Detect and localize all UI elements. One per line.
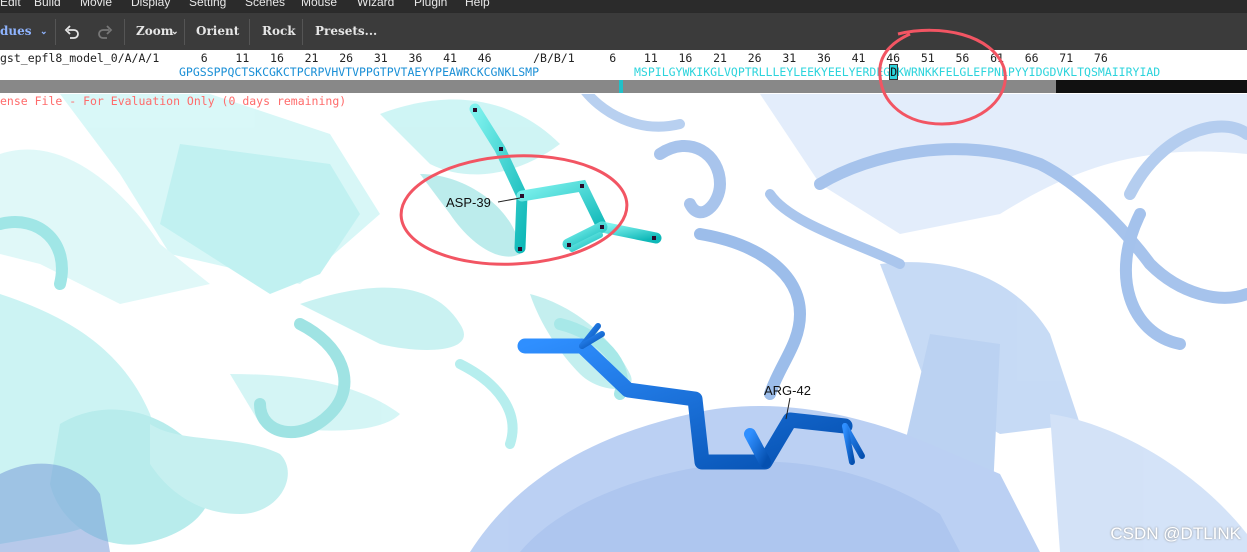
toolbar-divider (124, 19, 125, 45)
menu-plugin[interactable]: Plugin (414, 0, 447, 9)
redo-icon[interactable] (97, 24, 113, 40)
undo-icon[interactable] (64, 24, 80, 40)
toolbar: dues ⌄ Zoom ⌄ Orient Rock Presets... (0, 12, 1247, 51)
arg-42-label: ARG-42 (764, 383, 811, 398)
toolbar-divider (302, 19, 303, 45)
chevron-down-icon[interactable]: ⌄ (40, 27, 48, 37)
toolbar-divider (55, 19, 56, 45)
toolbar-divider (184, 19, 185, 45)
presets-button[interactable]: Presets... (315, 24, 377, 38)
license-notice: ense File - For Evaluation Only (0 days … (0, 94, 347, 108)
menu-help[interactable]: Help (465, 0, 490, 9)
menu-bar: Edit Build Movie Display Setting Scenes … (0, 0, 1247, 12)
annotation-circle-sequence (878, 28, 1007, 126)
chevron-down-icon[interactable]: ⌄ (171, 27, 179, 37)
sequence-chain-a[interactable]: GPGSSPPQCTSKCGKCTPCRPVHVTVPPGTPVTAEYYPEA… (179, 65, 539, 79)
menu-build[interactable]: Build (34, 0, 61, 9)
sequence-viewer[interactable]: gst_epfl8_model_0/A/A/1 6 11 16 21 26 31… (0, 50, 1247, 94)
toolbar-divider (249, 19, 250, 45)
scrollbar-track-end (1056, 80, 1247, 93)
menu-setting[interactable]: Setting (189, 0, 226, 9)
orient-button[interactable]: Orient (196, 24, 239, 38)
asp-39-label: ASP-39 (446, 195, 491, 210)
sequence-scrollbar[interactable] (0, 80, 1247, 93)
menu-movie[interactable]: Movie (80, 0, 112, 9)
chain-b-ribbon (0, 94, 632, 545)
selection-mode-dropdown[interactable]: dues (0, 24, 32, 38)
sequence-chain-b-before[interactable]: MSPILGYWKIKGLVQPTRLLLEYLEEKYEELYERDEG (634, 65, 890, 79)
molecule-viewport[interactable]: ASP-39 ARG-42 (0, 94, 1247, 552)
menu-scenes[interactable]: Scenes (245, 0, 285, 9)
menu-wizard[interactable]: Wizard (357, 0, 394, 9)
watermark: CSDN @DTLINK (1110, 524, 1241, 543)
molecule-render[interactable]: ASP-39 ARG-42 (0, 94, 1247, 552)
rock-button[interactable]: Rock (262, 24, 296, 38)
menu-mouse[interactable]: Mouse (301, 0, 337, 9)
menu-display[interactable]: Display (131, 0, 170, 9)
zoom-dropdown[interactable]: Zoom (136, 24, 173, 38)
menu-edit[interactable]: Edit (0, 0, 21, 9)
scrollbar-selection-marker (619, 80, 623, 93)
